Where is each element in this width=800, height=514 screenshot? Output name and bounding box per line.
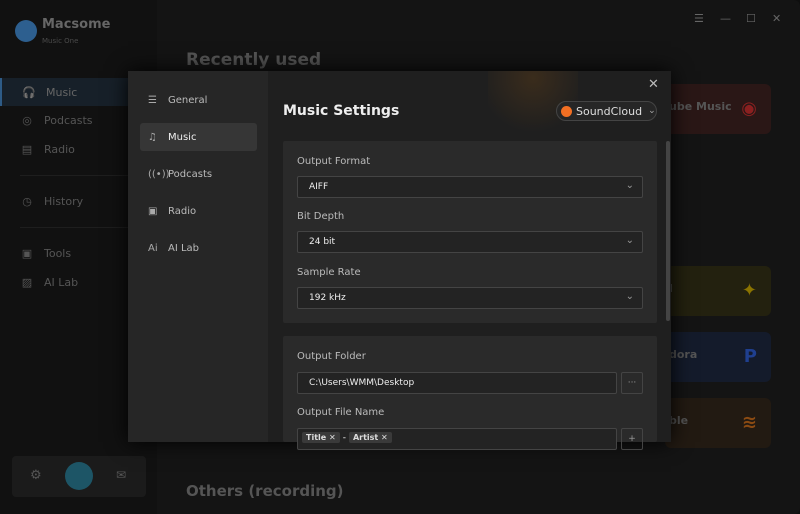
recently-used-title: Recently used (186, 50, 322, 70)
card-label: ube Music (669, 100, 732, 113)
avatar[interactable] (65, 462, 93, 490)
output-file-name-label: Output File Name (297, 407, 385, 418)
maximize-icon[interactable]: ☐ (746, 12, 756, 25)
service-selector[interactable]: SoundCloud ⌄ (556, 101, 657, 121)
separator: - (342, 433, 346, 443)
output-format-label: Output Format (297, 156, 371, 167)
settings-tab-general[interactable]: ☰ General (140, 86, 257, 114)
chevron-down-icon: ⌄ (625, 291, 634, 302)
service-card-audible[interactable]: ble ≋ (665, 398, 771, 448)
app-name: Macsome (42, 17, 111, 32)
settings-tab-radio[interactable]: ▣ Radio (140, 197, 257, 225)
remove-tag-icon[interactable]: ✕ (329, 433, 336, 442)
label: AI Lab (168, 242, 200, 254)
sample-rate-label: Sample Rate (297, 267, 361, 278)
label: Tools (44, 246, 72, 260)
podcast-icon: ◎ (22, 113, 32, 127)
tag-title: Title ✕ (302, 432, 340, 443)
label: Podcasts (168, 168, 213, 180)
service-card-tidal[interactable]: l✦ (665, 266, 771, 316)
settings-tab-music[interactable]: ♫ Music (140, 123, 257, 151)
value: AIFF (309, 182, 329, 192)
tag-label: Title (306, 433, 327, 442)
radio-icon: ▤ (21, 142, 33, 156)
minimize-icon[interactable]: — (720, 12, 731, 25)
output-folder-input[interactable]: C:\Users\WMM\Desktop (297, 372, 617, 394)
output-section: Output Folder C:\Users\WMM\Desktop ··· O… (283, 336, 657, 450)
broadcast-icon: ((•)) (148, 168, 170, 180)
label: Radio (44, 142, 75, 156)
tag-label: Artist (352, 433, 379, 442)
audible-icon: ≋ (741, 412, 757, 433)
divider (20, 227, 140, 228)
tag-artist: Artist ✕ (348, 432, 392, 443)
card-label: ble (669, 414, 689, 427)
audio-settings-section: Output Format AIFF ⌄ Bit Depth 24 bit ⌄ Sa… (283, 141, 657, 323)
service-card-youtube-music[interactable]: ube Music ◉ (665, 84, 771, 134)
toolbox-icon: ▣ (21, 246, 33, 260)
sample-rate-select[interactable]: 192 kHz ⌄ (297, 287, 643, 309)
value: 192 kHz (309, 293, 346, 303)
sidebar-footer: ⚙ ✉ (12, 456, 146, 497)
output-format-select[interactable]: AIFF ⌄ (297, 176, 643, 198)
browse-folder-button[interactable]: ··· (621, 372, 643, 394)
play-icon: ◉ (741, 98, 757, 119)
settings-tab-ai-lab[interactable]: Ai AI Lab (140, 234, 257, 262)
file-name-tags-input[interactable]: Title ✕ - Artist ✕ (297, 428, 617, 450)
ai-icon: ▨ (21, 275, 33, 289)
pandora-icon: P (743, 346, 757, 367)
service-label: SoundCloud (576, 104, 643, 118)
add-tag-button[interactable]: + (621, 428, 643, 450)
music-note-icon: ♫ (148, 131, 157, 143)
soundcloud-icon (561, 105, 572, 117)
settings-tab-podcasts[interactable]: ((•)) Podcasts (140, 160, 257, 188)
card-label: dora (669, 348, 698, 361)
app-window: Macsome Music One 🎧 Music ◎ Podcasts ▤ Radi… (0, 0, 800, 514)
app-subtitle: Music One (42, 37, 79, 45)
clock-icon: ◷ (22, 194, 32, 208)
headphones-icon: 🎧 (22, 85, 36, 99)
label: History (44, 194, 84, 208)
close-window-icon[interactable]: ✕ (772, 12, 781, 25)
settings-dialog: ☰ General ♫ Music ((•)) Podcasts ▣ Radio Ai A… (128, 71, 671, 450)
mail-icon[interactable]: ✉ (116, 468, 126, 482)
label: Music (46, 85, 78, 99)
label: Radio (168, 205, 197, 217)
label: AI Lab (44, 275, 79, 289)
app-logo-icon (15, 20, 37, 42)
divider (20, 175, 140, 176)
label: Podcasts (44, 113, 93, 127)
settings-nav: ☰ General ♫ Music ((•)) Podcasts ▣ Radio Ai A… (128, 71, 268, 442)
chevron-down-icon: ⌄ (648, 106, 656, 116)
ai-icon: Ai (148, 242, 158, 254)
bit-depth-select[interactable]: 24 bit ⌄ (297, 231, 643, 253)
output-folder-label: Output Folder (297, 351, 366, 362)
remove-tag-icon[interactable]: ✕ (381, 433, 388, 442)
dialog-title: Music Settings (283, 103, 400, 119)
tidal-icon: ✦ (741, 280, 757, 301)
chevron-down-icon: ⌄ (625, 180, 634, 191)
chevron-down-icon: ⌄ (625, 235, 634, 246)
label: General (168, 94, 208, 106)
scrollbar[interactable] (666, 141, 670, 321)
bit-depth-label: Bit Depth (297, 211, 345, 222)
gear-icon[interactable]: ⚙ (30, 468, 42, 483)
sliders-icon: ☰ (148, 94, 157, 106)
others-title: Others (recording) (186, 482, 344, 500)
radio-icon: ▣ (148, 205, 158, 217)
close-icon[interactable]: ✕ (648, 77, 659, 92)
value: 24 bit (309, 237, 336, 247)
menu-icon[interactable]: ☰ (694, 12, 704, 25)
label: Music (168, 131, 197, 143)
service-card-pandora[interactable]: dora P (665, 332, 771, 382)
